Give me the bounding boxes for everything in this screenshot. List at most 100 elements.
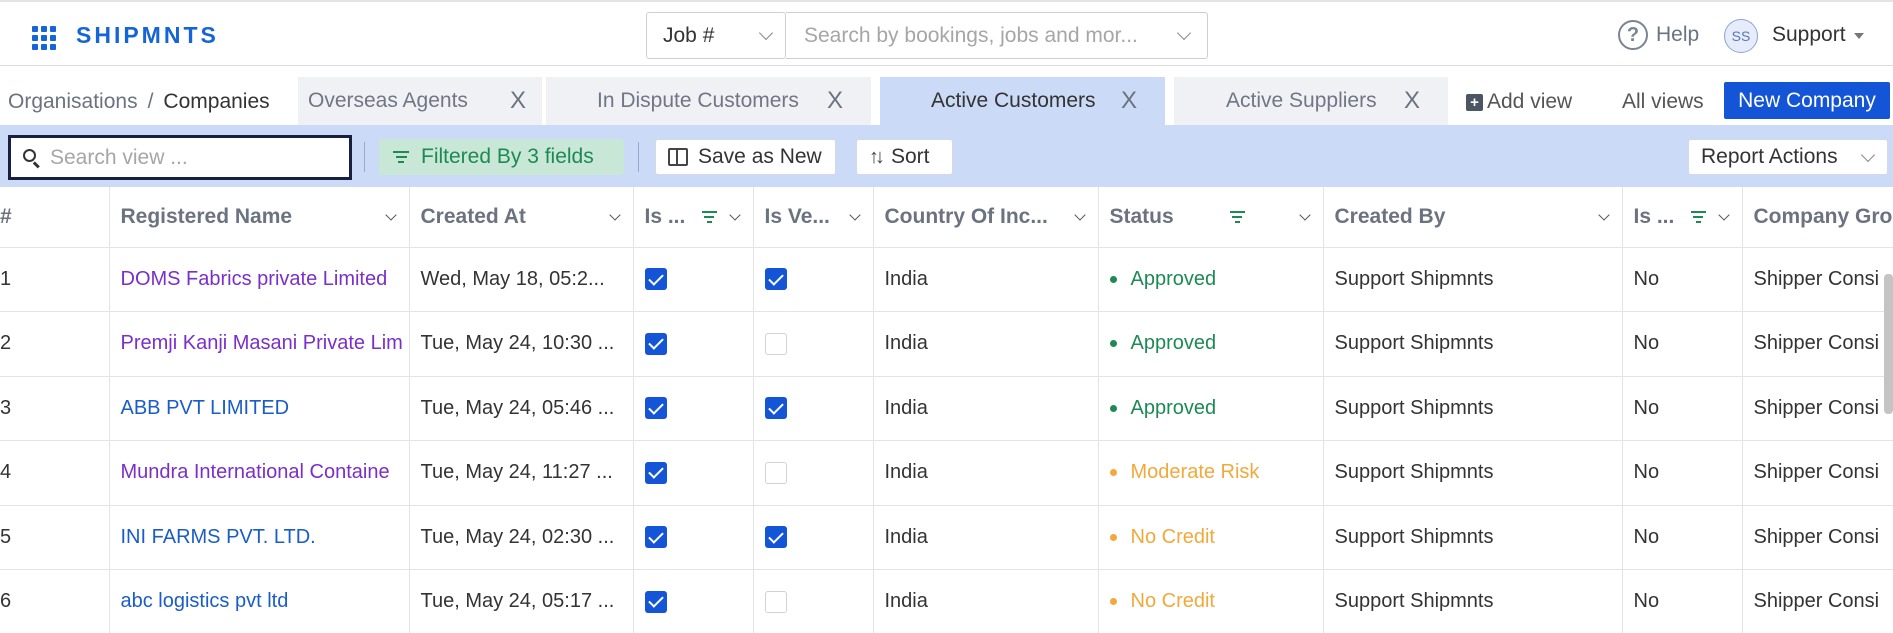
created-at-cell: Wed, May 18, 05:2... — [409, 247, 634, 312]
tab-active-customers[interactable]: Active Customers X — [880, 77, 1165, 125]
apps-grid-icon[interactable] — [32, 26, 56, 50]
company-group-cell: Shipper Consi — [1742, 311, 1893, 377]
checkbox[interactable] — [764, 526, 787, 549]
checkbox[interactable] — [764, 590, 787, 613]
breadcrumb-organisations[interactable]: Organisations — [8, 90, 138, 113]
company-name-link[interactable]: DOMS Fabrics private Limited — [121, 268, 388, 290]
row-index: 6 — [0, 590, 12, 613]
company-name-link[interactable]: INI FARMS PVT. LTD. — [121, 526, 316, 548]
filter-active-icon[interactable] — [1690, 210, 1706, 223]
tab-active-suppliers[interactable]: Active Suppliers X — [1174, 77, 1448, 125]
checkbox[interactable] — [644, 332, 667, 355]
chevron-down-icon[interactable] — [1717, 209, 1730, 221]
tab-in-dispute-customers[interactable]: In Dispute Customers X — [546, 77, 871, 125]
chevron-down-icon[interactable] — [1597, 209, 1610, 221]
close-icon[interactable]: X — [510, 87, 526, 115]
column-header-is-1[interactable]: Is ... — [633, 187, 754, 248]
column-header-created-by[interactable]: Created By — [1323, 187, 1623, 248]
is-2-cell: No — [1622, 505, 1743, 570]
country-cell: India — [873, 376, 1099, 441]
save-as-new-button[interactable]: Save as New — [655, 139, 836, 175]
company-group-cell: Shipper Consi — [1742, 505, 1893, 570]
checkbox[interactable] — [764, 332, 787, 355]
company-name-link[interactable]: abc logistics pvt ltd — [121, 590, 289, 612]
is-2-cell: No — [1622, 311, 1743, 377]
created-by-cell: Support Shipmnts — [1323, 247, 1623, 312]
checkbox[interactable] — [764, 397, 787, 420]
company-name-link[interactable]: Premji Kanji Masani Private Lim — [121, 332, 403, 354]
column-header-registered-name[interactable]: Registered Name — [109, 187, 410, 248]
chevron-down-icon[interactable] — [1073, 209, 1086, 221]
column-header-is-2[interactable]: Is ... — [1622, 187, 1743, 248]
company-name-link[interactable]: Mundra International Containe — [121, 461, 390, 483]
checkbox[interactable] — [644, 461, 667, 484]
is-1-cell — [633, 505, 754, 570]
status-cell: Moderate Risk — [1098, 440, 1324, 506]
is-2-cell: No — [1622, 440, 1743, 506]
chevron-down-icon[interactable] — [848, 209, 861, 221]
job-type-select[interactable]: Job # — [646, 12, 786, 59]
view-search-placeholder: Search view ... — [50, 145, 188, 169]
company-name-link[interactable]: ABB PVT LIMITED — [121, 397, 290, 419]
table-row[interactable]: 1 DOMS Fabrics private Limited Wed, May 18… — [0, 247, 1893, 312]
column-header-is-ve[interactable]: Is Ve... — [753, 187, 874, 248]
chevron-down-icon — [1860, 147, 1876, 162]
checkbox[interactable] — [764, 461, 787, 484]
all-views-link[interactable]: All views — [1622, 90, 1704, 114]
sort-button[interactable]: ↑↓ Sort — [856, 139, 953, 175]
is-ve-cell — [753, 569, 874, 633]
table-row[interactable]: 4 Mundra International Containe Tue, May 2… — [0, 440, 1893, 506]
status-dot-icon — [1109, 404, 1117, 412]
row-index-cell: 1 — [0, 247, 110, 312]
table-row[interactable]: 3 ABB PVT LIMITED Tue, May 24, 05:46 ... In… — [0, 376, 1893, 441]
column-header-country[interactable]: Country Of Inc... — [873, 187, 1099, 248]
add-view-button[interactable]: + Add view — [1466, 90, 1572, 114]
column-header-created-at[interactable]: Created At — [409, 187, 634, 248]
close-icon[interactable]: X — [1404, 87, 1420, 115]
checkbox[interactable] — [644, 268, 667, 291]
table-scrollbar[interactable] — [1884, 274, 1893, 414]
chevron-down-icon[interactable] — [608, 209, 621, 221]
user-menu[interactable]: Support — [1772, 23, 1864, 47]
table-row[interactable]: 6 abc logistics pvt ltd Tue, May 24, 05:17… — [0, 569, 1893, 633]
created-at-cell: Tue, May 24, 10:30 ... — [409, 311, 634, 377]
chevron-down-icon[interactable] — [1298, 209, 1311, 221]
view-toolbar: Search view ... Filtered By 3 fields Sav… — [0, 125, 1893, 187]
app-logo[interactable]: SHIPMNTS — [76, 22, 219, 49]
new-company-button[interactable]: New Company — [1724, 82, 1890, 119]
toolbar-divider — [638, 142, 639, 172]
created-by-cell: Support Shipmnts — [1323, 440, 1623, 506]
report-actions-button[interactable]: Report Actions — [1688, 139, 1888, 175]
tab-overseas-agents[interactable]: Overseas Agents X — [298, 77, 542, 125]
column-header-status[interactable]: Status — [1098, 187, 1324, 248]
filter-active-icon[interactable] — [701, 210, 717, 223]
checkbox[interactable] — [644, 526, 667, 549]
country-cell: India — [873, 569, 1099, 633]
country-cell: India — [873, 247, 1099, 312]
checkbox[interactable] — [644, 590, 667, 613]
status-badge: Approved — [1130, 396, 1217, 419]
view-search-input[interactable]: Search view ... — [8, 135, 352, 180]
table-header-row: # Registered Name Created At Is ... Is V… — [0, 187, 1893, 248]
filter-active-icon[interactable] — [1229, 210, 1245, 223]
status-cell: Approved — [1098, 247, 1324, 312]
checkbox[interactable] — [644, 397, 667, 420]
help-link[interactable]: ? Help — [1618, 20, 1699, 50]
status-badge: No Credit — [1130, 590, 1215, 613]
chevron-down-icon[interactable] — [384, 209, 397, 221]
avatar[interactable]: SS — [1724, 19, 1758, 53]
filter-button[interactable]: Filtered By 3 fields — [379, 139, 624, 175]
chevron-down-icon[interactable] — [728, 209, 741, 221]
checkbox[interactable] — [764, 268, 787, 291]
row-index-cell: 5 — [0, 505, 110, 570]
column-header-label: Registered Name — [120, 204, 293, 228]
column-header-company-group[interactable]: Company Gro — [1742, 187, 1893, 248]
row-index: 1 — [0, 267, 12, 290]
global-search-placeholder: Search by bookings, jobs and mor... — [804, 23, 1138, 47]
global-search-input[interactable]: Search by bookings, jobs and mor... — [786, 12, 1208, 59]
table-row[interactable]: 5 INI FARMS PVT. LTD. Tue, May 24, 02:30 .… — [0, 505, 1893, 570]
row-index-cell: 3 — [0, 376, 110, 441]
table-row[interactable]: 2 Premji Kanji Masani Private Lim Tue, May… — [0, 311, 1893, 377]
close-icon[interactable]: X — [1121, 87, 1137, 115]
close-icon[interactable]: X — [827, 87, 843, 115]
